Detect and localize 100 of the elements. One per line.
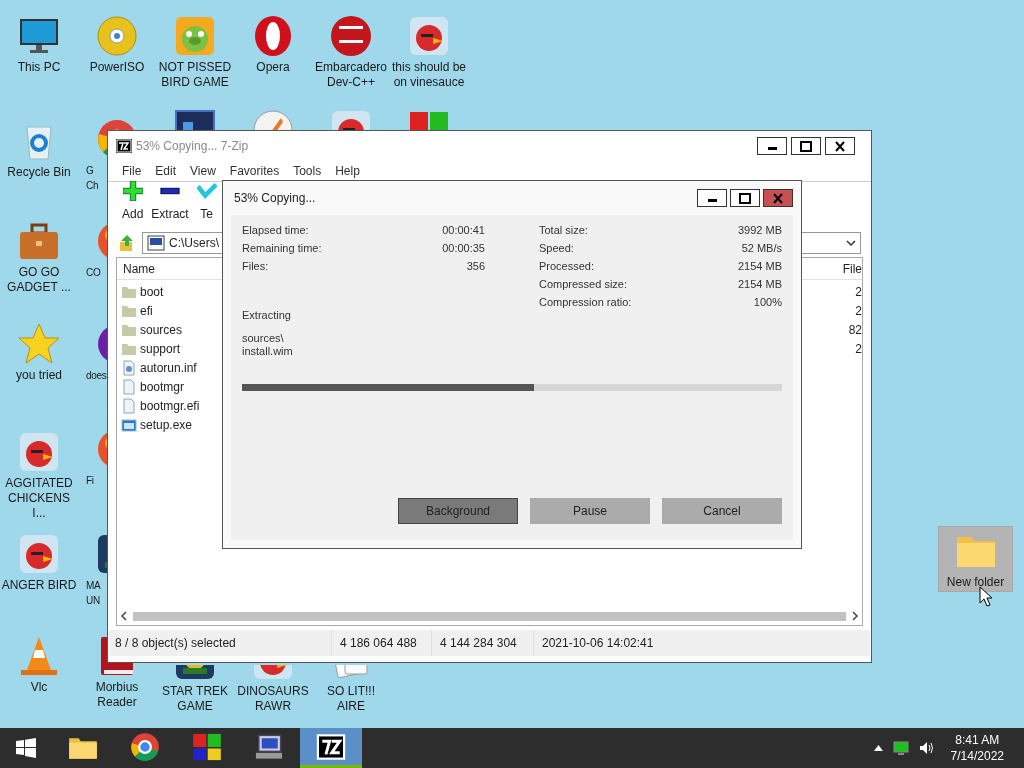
icon-label[interactable]: New folder xyxy=(946,575,1005,590)
menu-item[interactable]: File xyxy=(122,162,142,180)
icon-label[interactable]: PowerISO xyxy=(89,60,145,75)
icon-label[interactable]: Embarcadero Dev-C++ xyxy=(314,60,387,90)
icon-label[interactable]: STAR TREK GAME xyxy=(161,684,229,714)
scroll-right-icon[interactable] xyxy=(850,611,860,621)
chevron-down-icon[interactable] xyxy=(846,239,856,247)
file-name[interactable]: boot xyxy=(140,282,164,301)
maximize-button[interactable] xyxy=(730,189,760,207)
status-text: 4 144 284 304 xyxy=(431,630,533,656)
stat-label: Total size: xyxy=(539,222,588,238)
icon-label[interactable]: GO GO GADGET ... xyxy=(7,265,71,295)
file-name[interactable]: autorun.inf xyxy=(140,358,197,377)
icon-label[interactable]: Morbius Reader xyxy=(95,680,139,710)
bird-icon xyxy=(251,665,295,682)
icon-label[interactable]: DINOSAURS RAWR xyxy=(237,684,309,714)
stat-value: 100% xyxy=(753,294,782,310)
show-hidden-icons-icon[interactable] xyxy=(873,745,883,751)
stat-label: Elapsed time: xyxy=(242,222,309,238)
pig-icon xyxy=(173,14,217,58)
operation-label: Extracting xyxy=(242,308,292,323)
dialog-title: 53% Copying... xyxy=(234,190,316,207)
dialog-button[interactable]: Cancel xyxy=(662,498,782,524)
gear-file-icon xyxy=(121,359,137,376)
icon-label[interactable]: AGGITATED CHICKENS I... xyxy=(0,476,78,521)
icon-label[interactable]: ANGER BIRD xyxy=(1,578,77,593)
plus-icon xyxy=(122,181,143,201)
taskbar-button[interactable] xyxy=(300,728,362,768)
menu-item[interactable]: View xyxy=(190,162,216,180)
scrollbar-thumb[interactable] xyxy=(133,611,846,621)
table-cell-text: 2 xyxy=(855,340,862,358)
window-title: 53% Copying... 7-Zip xyxy=(136,138,249,155)
file-icon xyxy=(121,397,137,414)
icon-label[interactable]: CO xyxy=(86,265,101,280)
folder-up-icon[interactable] xyxy=(118,234,136,252)
icon-label[interactable]: Vlc xyxy=(30,680,48,695)
bird-icon xyxy=(407,14,451,58)
stat-label: Speed: xyxy=(539,240,574,256)
file-name[interactable]: bootmgr.efi xyxy=(140,396,200,415)
clock[interactable]: 8:41 AM 7/14/2022 xyxy=(950,732,1004,764)
stat-label: Compressed size: xyxy=(539,276,628,292)
chrome-icon xyxy=(129,730,161,763)
minimize-button[interactable] xyxy=(757,137,787,155)
desktop-icon[interactable]: New folder xyxy=(938,526,1013,592)
icon-label[interactable]: does xyxy=(86,368,107,383)
stat-label: Compression ratio: xyxy=(539,294,632,310)
icon-label[interactable]: G Ch xyxy=(86,163,99,193)
close-button[interactable] xyxy=(825,137,855,155)
app-logo-icon xyxy=(116,139,132,153)
icon-label[interactable]: Fi xyxy=(86,473,94,488)
maximize-button[interactable] xyxy=(791,137,821,155)
toolbar-button[interactable]: Te xyxy=(196,181,217,223)
disc-icon xyxy=(95,14,139,58)
bird-icon xyxy=(329,108,373,130)
icon-label[interactable]: you tried xyxy=(16,368,62,383)
stat-value: 356 xyxy=(466,258,485,274)
stat-value: 2154 MB xyxy=(737,276,782,292)
icon-label[interactable]: MA UN xyxy=(86,578,101,608)
icon-label[interactable]: this should be on vinesauce xyxy=(391,60,467,90)
file-name[interactable]: setup.exe xyxy=(140,415,193,434)
menu-item[interactable]: Tools xyxy=(293,162,322,180)
menu-item[interactable]: Help xyxy=(335,162,360,180)
clock-date: 7/14/2022 xyxy=(950,748,1004,764)
icon-label[interactable]: Recycle Bin xyxy=(7,165,71,180)
stat-value: 00:00:41 xyxy=(442,222,485,238)
network-icon[interactable] xyxy=(892,740,909,756)
file-name[interactable]: support xyxy=(140,339,181,358)
menu-item[interactable]: Favorites xyxy=(229,162,280,180)
column-header[interactable]: File xyxy=(842,259,862,278)
close-icon xyxy=(773,192,783,204)
logo-icon xyxy=(329,14,373,58)
file-name[interactable]: bootmgr xyxy=(140,377,185,396)
dialog-button[interactable]: Pause xyxy=(530,498,650,524)
icon-label[interactable]: This PC xyxy=(17,60,61,75)
stat-value: 00:00:35 xyxy=(442,240,485,256)
disc-image-icon xyxy=(147,235,165,251)
scroll-left-icon[interactable] xyxy=(119,611,129,621)
app-window-icon xyxy=(121,416,137,433)
icon-label[interactable]: Opera xyxy=(256,60,290,75)
stat-value: 52 MB/s xyxy=(741,240,782,256)
status-text: 4 186 064 488 xyxy=(331,630,431,656)
file-icon xyxy=(121,378,137,395)
maximize-icon xyxy=(739,192,751,204)
stat-value: 2154 MB xyxy=(737,258,782,274)
dialog-button[interactable]: Background xyxy=(398,498,518,524)
status-text: 8 / 8 object(s) selected xyxy=(114,635,237,652)
speaker-icon[interactable] xyxy=(918,741,935,755)
checkmark-icon xyxy=(196,181,217,201)
toolbar-button[interactable]: Add xyxy=(122,181,144,223)
stat-label: Remaining time: xyxy=(242,240,322,256)
close-icon xyxy=(835,140,845,152)
file-name[interactable]: sources xyxy=(140,320,183,339)
file-name[interactable]: efi xyxy=(140,301,153,320)
icon-label[interactable]: SO LIT!!! AIRE xyxy=(312,684,390,714)
column-header[interactable]: Name xyxy=(123,259,155,278)
menu-item[interactable]: Edit xyxy=(155,162,177,180)
file-path: sources\ xyxy=(242,331,285,345)
minimize-button[interactable] xyxy=(697,189,727,207)
icon-label[interactable]: NOT PISSED BIRD GAME xyxy=(158,60,232,90)
toolbar-button[interactable]: Extract xyxy=(151,181,189,223)
